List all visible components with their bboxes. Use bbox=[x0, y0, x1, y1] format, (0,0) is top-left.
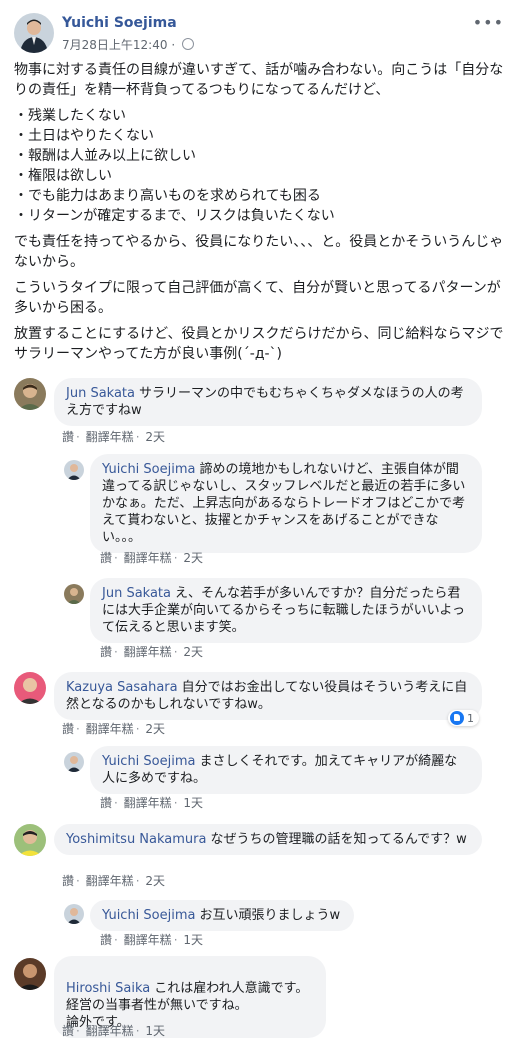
commenter-avatar[interactable] bbox=[64, 904, 84, 924]
commenter-name[interactable]: Yuichi Soejima bbox=[102, 754, 196, 769]
comment-actions: 讚 · 翻譯年糕 · 1天 bbox=[62, 1024, 165, 1038]
more-options-button[interactable]: ••• bbox=[473, 13, 504, 32]
like-link[interactable]: 讚 bbox=[62, 430, 74, 444]
comment-actions: 讚 · 翻譯年糕 · 2天 bbox=[62, 722, 165, 736]
comment-actions: 讚 · 翻譯年糕 · 1天 bbox=[100, 796, 203, 810]
comment-time[interactable]: 1天 bbox=[183, 933, 203, 947]
comment-actions: 讚 · 翻譯年糕 · 2天 bbox=[100, 551, 203, 565]
post: Yuichi Soejima 7月28日上午12:40 · ••• 物事に対する… bbox=[0, 0, 518, 370]
commenter-name[interactable]: Yuichi Soejima bbox=[102, 462, 196, 477]
post-paragraph: ・残業したくない ・土日はやりたくない ・報酬は人並み以上に欲しい ・権限は欲し… bbox=[14, 108, 335, 224]
commenter-avatar[interactable] bbox=[64, 460, 84, 480]
post-header: Yuichi Soejima 7月28日上午12:40 · ••• bbox=[14, 13, 504, 55]
commenter-avatar[interactable] bbox=[64, 752, 84, 772]
comment-text: なぜうちの管理職の話を知ってるんです？w bbox=[210, 832, 467, 847]
comment-actions: 讚 · 翻譯年糕 · 2天 bbox=[62, 874, 165, 888]
comment-actions: 讚 · 翻譯年糕 · 2天 bbox=[62, 430, 165, 444]
post-text: 物事に対する責任の目線が違いすぎて、話が噛み合わない。向こうは「自分なりの責任」… bbox=[14, 60, 506, 370]
comment-time[interactable]: 2天 bbox=[183, 551, 203, 565]
reaction-number: 1 bbox=[467, 712, 474, 725]
commenter-avatar[interactable] bbox=[64, 584, 84, 604]
commenter-name[interactable]: Yuichi Soejima bbox=[102, 908, 196, 923]
translate-link[interactable]: 翻譯年糕 bbox=[124, 645, 172, 659]
reaction-count[interactable]: 1 bbox=[448, 710, 479, 726]
post-meta: 7月28日上午12:40 · bbox=[62, 36, 194, 53]
meta-separator: · bbox=[171, 38, 176, 52]
comment-bubble: Yuichi Soejima 諦めの境地かもしれないけど、主張自体が間違ってる訳じ… bbox=[90, 454, 482, 553]
comment-time[interactable]: 1天 bbox=[145, 1024, 165, 1038]
author-name[interactable]: Yuichi Soejima bbox=[62, 15, 177, 31]
comment-bubble: Yoshimitsu Nakamura なぜうちの管理職の話を知ってるんです？w bbox=[54, 824, 482, 855]
like-link[interactable]: 讚 bbox=[100, 645, 112, 659]
comment-time[interactable]: 2天 bbox=[145, 874, 165, 888]
comment-time[interactable]: 2天 bbox=[145, 722, 165, 736]
like-link[interactable]: 讚 bbox=[100, 551, 112, 565]
translate-link[interactable]: 翻譯年糕 bbox=[86, 1024, 134, 1038]
comment-actions: 讚 · 翻譯年糕 · 1天 bbox=[100, 933, 203, 947]
translate-link[interactable]: 翻譯年糕 bbox=[124, 933, 172, 947]
like-link[interactable]: 讚 bbox=[100, 796, 112, 810]
like-link[interactable]: 讚 bbox=[62, 1024, 74, 1038]
author-avatar[interactable] bbox=[14, 13, 54, 53]
commenter-name[interactable]: Jun Sakata bbox=[66, 386, 135, 401]
translate-link[interactable]: 翻譯年糕 bbox=[124, 796, 172, 810]
translate-link[interactable]: 翻譯年糕 bbox=[124, 551, 172, 565]
globe-icon bbox=[181, 38, 194, 50]
translate-link[interactable]: 翻譯年糕 bbox=[86, 874, 134, 888]
commenter-name[interactable]: Kazuya Sasahara bbox=[66, 680, 178, 695]
post-paragraph: でも責任を持ってやるから、役員になりたい、、、と。役員とかそういうんじゃないから… bbox=[14, 234, 504, 270]
commenter-avatar[interactable] bbox=[14, 378, 46, 410]
like-link[interactable]: 讚 bbox=[62, 722, 74, 736]
comment-bubble: Jun Sakata サラリーマンの中でもむちゃくちゃダメなほうの人の考え方ですね… bbox=[54, 378, 482, 426]
commenter-avatar[interactable] bbox=[14, 672, 46, 704]
comment-time[interactable]: 2天 bbox=[145, 430, 165, 444]
commenter-name[interactable]: Jun Sakata bbox=[102, 586, 171, 601]
commenter-name[interactable]: Hiroshi Saika bbox=[66, 981, 150, 996]
like-icon bbox=[450, 711, 464, 725]
translate-link[interactable]: 翻譯年糕 bbox=[86, 430, 134, 444]
commenter-avatar[interactable] bbox=[14, 824, 46, 856]
post-timestamp[interactable]: 7月28日上午12:40 bbox=[62, 38, 168, 52]
comments-section: Jun Sakata サラリーマンの中でもむちゃくちゃダメなほうの人の考え方ですね… bbox=[0, 370, 518, 1044]
like-link[interactable]: 讚 bbox=[62, 874, 74, 888]
commenter-name[interactable]: Yoshimitsu Nakamura bbox=[66, 832, 206, 847]
comment-actions: 讚 · 翻譯年糕 · 2天 bbox=[100, 645, 203, 659]
comment-bubble: Yuichi Soejima まさしくそれです。加えてキャリアが綺麗な人に多めです… bbox=[90, 746, 482, 794]
commenter-avatar[interactable] bbox=[14, 958, 46, 990]
comment-text: お互い頑張りましょうw bbox=[199, 908, 341, 923]
comment-bubble: Kazuya Sasahara 自分ではお金出してない役員はそういう考えに自然とな… bbox=[54, 672, 482, 720]
post-paragraph: 物事に対する責任の目線が違いすぎて、話が噛み合わない。向こうは「自分なりの責任」… bbox=[14, 62, 504, 98]
post-paragraph: 放置することにするけど、役員とかリスクだらけだから、同じ給料ならマジでサラリーマ… bbox=[14, 326, 504, 362]
comment-time[interactable]: 2天 bbox=[183, 645, 203, 659]
translate-link[interactable]: 翻譯年糕 bbox=[86, 722, 134, 736]
comment-bubble: Jun Sakata え、そんな若手が多いんですか？自分だったら君には大手企業が向… bbox=[90, 578, 482, 643]
post-paragraph: こういうタイプに限って自己評価が高くて、自分が賢いと思ってるパターンが多いから困… bbox=[14, 280, 501, 316]
like-link[interactable]: 讚 bbox=[100, 933, 112, 947]
comment-bubble: Yuichi Soejima お互い頑張りましょうw bbox=[90, 900, 354, 931]
comment-time[interactable]: 1天 bbox=[183, 796, 203, 810]
